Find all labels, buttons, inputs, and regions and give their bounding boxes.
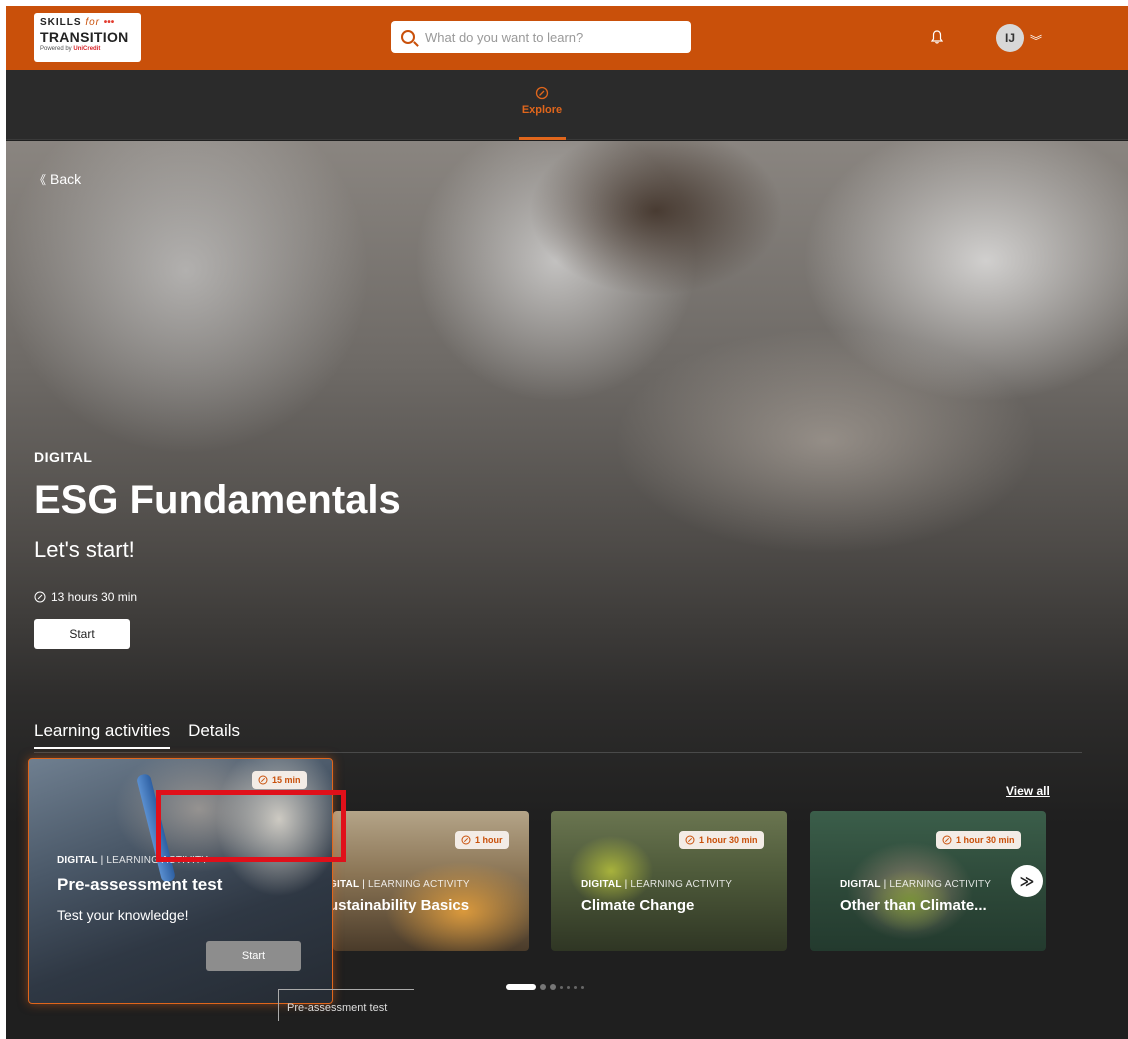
tab-details[interactable]: Details bbox=[188, 721, 240, 749]
clock-icon bbox=[34, 591, 46, 603]
logo-line-3: Powered by UniCredit bbox=[40, 46, 101, 52]
course-subtitle: Let's start! bbox=[34, 537, 135, 562]
clock-icon bbox=[258, 775, 268, 785]
pagination-dot[interactable] bbox=[567, 985, 570, 989]
card-meta: GITAL | LEARNING ACTIVITY bbox=[333, 879, 470, 890]
card-title: Other than Climate... bbox=[840, 897, 987, 914]
tooltip: Pre-assessment test bbox=[278, 989, 414, 1021]
card-meta: DIGITAL | LEARNING ACTIVITY bbox=[840, 879, 992, 890]
back-button[interactable]: 《 Back bbox=[34, 171, 81, 188]
search-box[interactable] bbox=[391, 21, 691, 53]
active-nav-indicator bbox=[519, 137, 566, 140]
card-meta: DIGITAL | LEARNING ACTIVITY bbox=[581, 879, 733, 890]
duration-badge: 15 min bbox=[252, 771, 307, 789]
card-title: ustainability Basics bbox=[333, 897, 470, 914]
course-tabs: Learning activities Details bbox=[34, 721, 240, 749]
chevron-down-icon[interactable]: ︾ bbox=[1030, 32, 1042, 49]
duration-badge: 1 hour 30 min bbox=[936, 831, 1021, 849]
carousel-pagination bbox=[506, 984, 584, 990]
duration-badge: 1 hour bbox=[455, 831, 509, 849]
pagination-dot[interactable] bbox=[540, 984, 546, 990]
pagination-dot[interactable] bbox=[581, 985, 584, 989]
course-duration: 13 hours 30 min bbox=[34, 590, 137, 604]
card-title: Climate Change bbox=[581, 897, 695, 914]
course-hero: 《 Back DIGITAL ESG Fundamentals Let's sta… bbox=[6, 141, 1128, 1039]
chevron-right-icon: ≫ bbox=[1019, 872, 1035, 889]
duration-badge: 1 hour 30 min bbox=[679, 831, 764, 849]
chevron-left-icon: 《 bbox=[34, 173, 47, 187]
bell-icon[interactable] bbox=[931, 30, 943, 44]
top-bar: SKILLS for ••• TRANSITION Powered by Uni… bbox=[6, 6, 1128, 70]
pagination-dot[interactable] bbox=[506, 984, 536, 990]
course-title: ESG Fundamentals bbox=[34, 478, 401, 522]
nav-item-explore-label: Explore bbox=[521, 104, 563, 116]
card-description: Test your knowledge! bbox=[57, 907, 189, 923]
logo-line-2: TRANSITION bbox=[40, 29, 129, 45]
clock-icon bbox=[685, 835, 695, 845]
carousel-next-button[interactable]: ≫ bbox=[1011, 865, 1043, 897]
explore-icon bbox=[535, 86, 549, 100]
course-duration-text: 13 hours 30 min bbox=[51, 590, 138, 604]
pagination-dot[interactable] bbox=[560, 985, 563, 989]
clock-icon bbox=[461, 835, 471, 845]
logo-line-1: SKILLS for ••• bbox=[40, 17, 115, 28]
tabs-divider bbox=[34, 752, 1082, 753]
activity-card-sustainability[interactable]: 1 hour GITAL | LEARNING ACTIVITY ustaina… bbox=[333, 811, 529, 951]
search-icon bbox=[401, 30, 415, 44]
app-frame: SKILLS for ••• TRANSITION Powered by Uni… bbox=[6, 6, 1128, 1039]
pagination-dot[interactable] bbox=[574, 985, 577, 989]
highlight-box bbox=[156, 790, 346, 862]
sub-navigation: Explore bbox=[6, 70, 1128, 140]
card-title: Pre-assessment test bbox=[57, 875, 223, 894]
pagination-dot[interactable] bbox=[550, 984, 556, 990]
view-all-link[interactable]: View all bbox=[1006, 784, 1050, 798]
back-label: Back bbox=[50, 171, 82, 187]
activity-card-climate-change[interactable]: 1 hour 30 min DIGITAL | LEARNING ACTIVIT… bbox=[551, 811, 787, 951]
course-start-button[interactable]: Start bbox=[34, 619, 130, 649]
user-avatar[interactable]: IJ bbox=[996, 24, 1024, 52]
app-logo[interactable]: SKILLS for ••• TRANSITION Powered by Uni… bbox=[34, 13, 141, 62]
card-start-button[interactable]: Start bbox=[206, 941, 301, 971]
course-category: DIGITAL bbox=[34, 449, 93, 465]
search-input[interactable] bbox=[425, 29, 675, 45]
clock-icon bbox=[942, 835, 952, 845]
nav-item-explore[interactable]: Explore bbox=[516, 86, 568, 116]
tab-learning-activities[interactable]: Learning activities bbox=[34, 721, 171, 749]
